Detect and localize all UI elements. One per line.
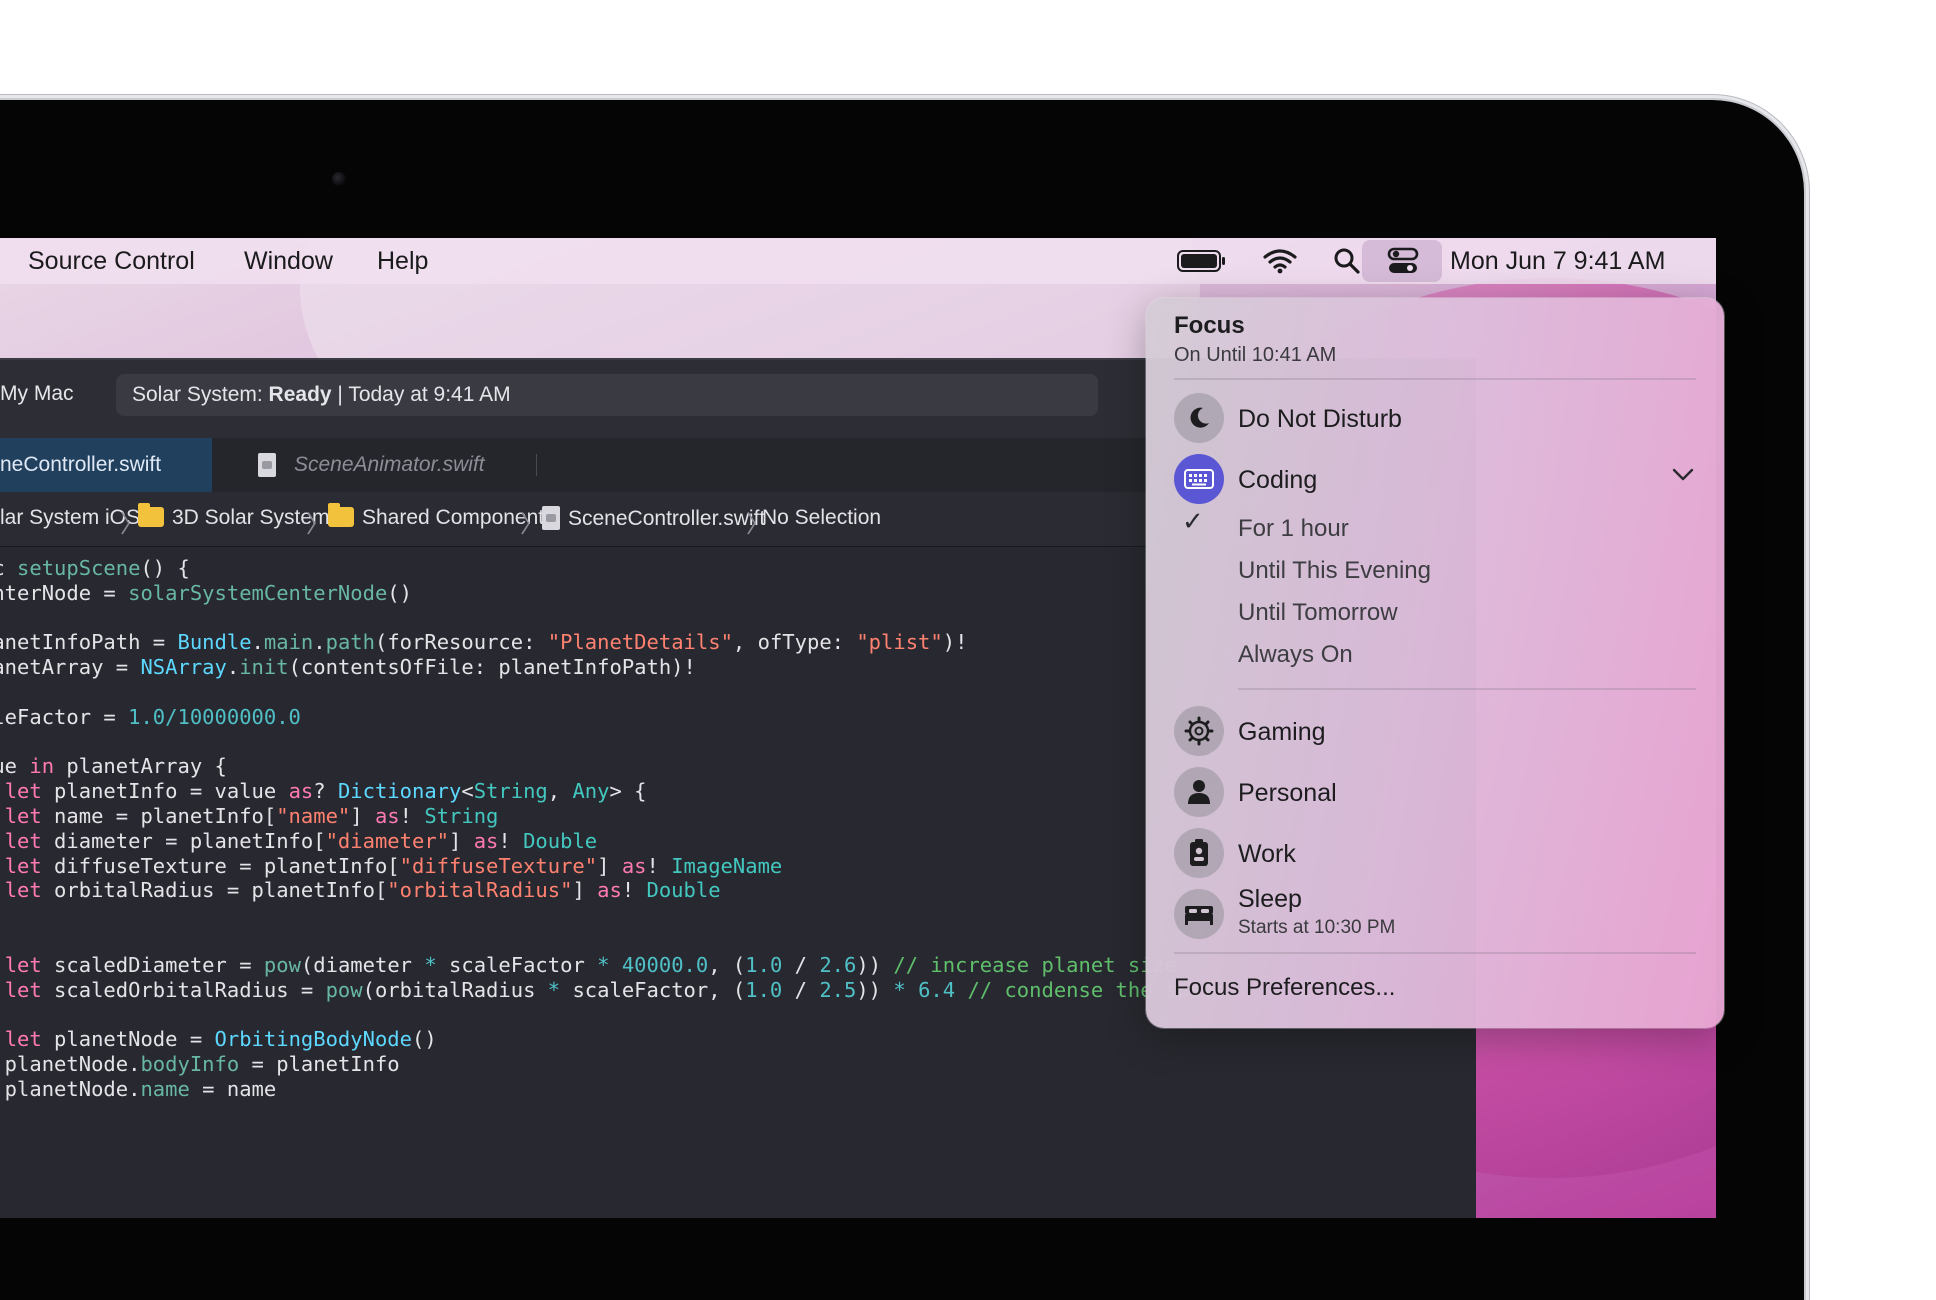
focus-mode-gaming[interactable]: Gaming (1238, 718, 1326, 747)
focus-mode-coding[interactable]: Coding (1238, 466, 1317, 495)
focus-preferences-link[interactable]: Focus Preferences... (1174, 974, 1395, 1002)
control-center-icon[interactable] (1386, 244, 1420, 278)
code-line: nc setupScene() { (0, 556, 190, 580)
battery-icon[interactable] (1176, 244, 1228, 278)
menu-window[interactable]: Window (244, 247, 333, 276)
gear-icon[interactable] (1174, 706, 1224, 756)
sleep-schedule: Starts at 10:30 PM (1238, 917, 1396, 938)
moon-icon[interactable] (1174, 393, 1224, 443)
folder-icon (328, 503, 354, 527)
activity-view: Solar System: Ready | Today at 9:41 AM (116, 374, 1098, 416)
menu-bar: Source Control Window Help Mon Jun 7 9:4… (0, 238, 1716, 284)
code-line: aleFactor = 1.0/10000000.0 (0, 704, 301, 729)
wifi-icon[interactable] (1260, 244, 1300, 278)
activity-status: Ready (268, 383, 332, 406)
code-line: let name = planetInfo["name"] as! String (4, 804, 499, 828)
code-line: let orbitalRadius = planetInfo["orbitalR… (4, 878, 721, 903)
keyboard-icon[interactable] (1174, 454, 1224, 504)
badge-icon[interactable] (1174, 828, 1224, 878)
tab-label: SceneAnimator.swift (294, 453, 485, 476)
menu-help[interactable]: Help (377, 247, 428, 276)
activity-suffix: | Today at 9:41 AM (331, 383, 511, 406)
menu-source-control[interactable]: Source Control (28, 247, 195, 276)
chevron-down-icon[interactable] (1672, 468, 1694, 487)
focus-option[interactable]: Until Tomorrow (1238, 599, 1398, 627)
tab-scenecontroller[interactable]: neController.swift (0, 438, 212, 492)
jumpbar-group-3d[interactable]: 3D Solar System (138, 503, 330, 530)
camera-icon (332, 172, 346, 186)
tab-sceneanimator[interactable]: SceneAnimator.swift (258, 438, 485, 492)
swift-file-icon (542, 506, 560, 530)
checkmark-icon: ✓ (1182, 506, 1204, 536)
scheme-selector[interactable]: My Mac (0, 382, 74, 406)
jumpbar-selection[interactable]: No Selection (762, 506, 881, 530)
divider (1238, 688, 1696, 690)
code-line: let scaledDiameter = pow(diameter * scal… (4, 952, 1178, 977)
code-line: lanetArray = NSArray.init(contentsOfFile… (0, 655, 696, 680)
focus-mode-personal[interactable]: Personal (1238, 779, 1337, 808)
menubar-clock[interactable]: Mon Jun 7 9:41 AM (1450, 247, 1665, 276)
focus-option[interactable]: Until This Evening (1238, 557, 1431, 585)
code-line: let diameter = planetInfo["diameter"] as… (4, 828, 598, 853)
code-line: let scaledOrbitalRadius = pow(orbitalRad… (4, 977, 1227, 1002)
focus-option[interactable]: Always On (1238, 641, 1353, 669)
chevron-right-icon: 〉 (306, 511, 330, 538)
code-line: lue in planetArray { (0, 754, 227, 779)
divider (1174, 378, 1696, 380)
code-line: enterNode = solarSystemCenterNode() (0, 580, 412, 605)
code-line: planetNode.bodyInfo = planetInfo (4, 1052, 400, 1076)
focus-mode-do-not-disturb[interactable]: Do Not Disturb (1238, 405, 1402, 434)
jumpbar-label: SceneController.swift (568, 507, 766, 530)
swift-file-icon (258, 453, 276, 477)
code-line: let diffuseTexture = planetInfo["diffuse… (4, 853, 783, 878)
search-icon[interactable] (1330, 244, 1364, 278)
focus-option[interactable]: For 1 hour (1238, 515, 1349, 543)
focus-title[interactable]: Focus (1174, 312, 1245, 340)
tab-label: neController.swift (0, 453, 162, 476)
code-line: f let planetInfo = value as? Dictionary<… (4, 779, 647, 804)
code-line: planetNode.name = name (4, 1076, 277, 1101)
activity-prefix: Solar System: (132, 383, 269, 406)
chevron-right-icon: 〉 (520, 511, 544, 538)
focus-subtitle: On Until 10:41 AM (1174, 344, 1337, 366)
bed-icon[interactable] (1174, 889, 1224, 939)
code-line: let planetNode = OrbitingBodyNode() (4, 1027, 437, 1052)
folder-icon (138, 503, 164, 527)
focus-mode-sleep[interactable]: Sleep (1238, 885, 1302, 914)
focus-mode-work[interactable]: Work (1238, 840, 1296, 869)
divider (1174, 952, 1696, 954)
code-line: lanetInfoPath = Bundle.main.path(forReso… (0, 630, 968, 655)
focus-panel: Focus On Until 10:41 AM Do Not Disturb C… (1146, 298, 1724, 1028)
tab-divider (536, 454, 537, 476)
jumpbar-file[interactable]: SceneController.swift (542, 506, 765, 531)
person-icon[interactable] (1174, 767, 1224, 817)
